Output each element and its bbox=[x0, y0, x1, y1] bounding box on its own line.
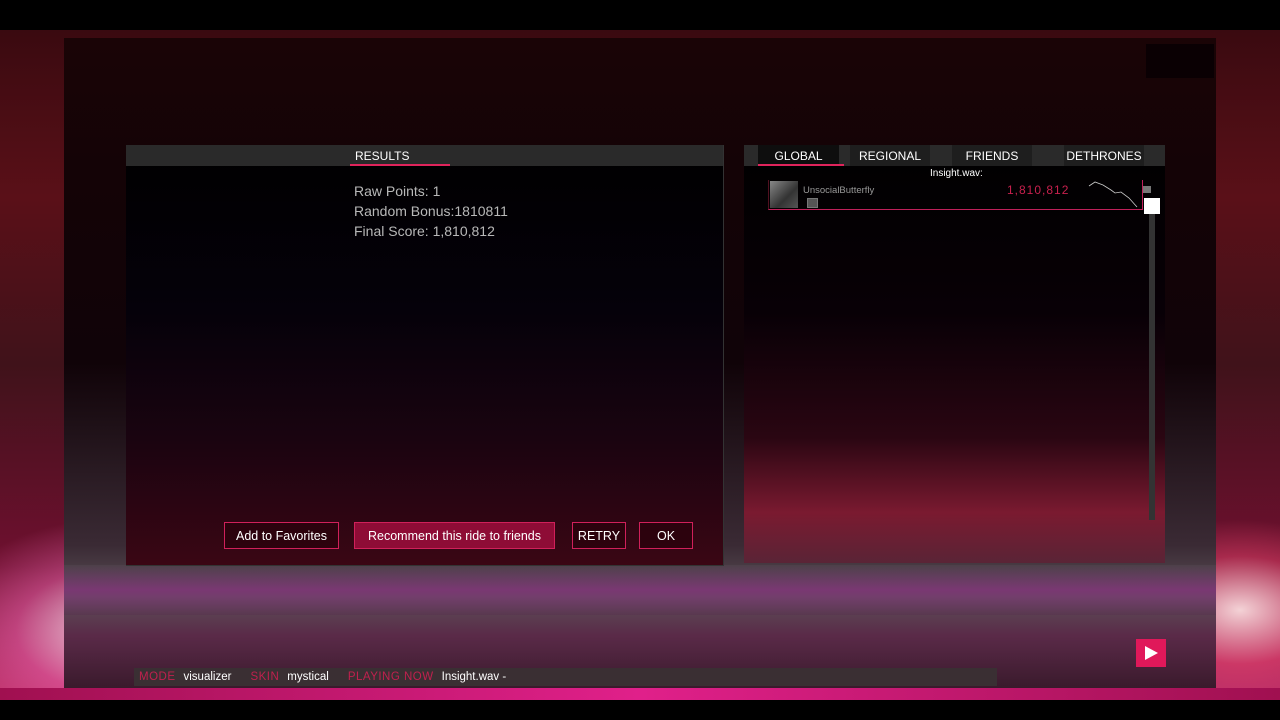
play-icon bbox=[1145, 646, 1158, 660]
results-header: RESULTS bbox=[126, 145, 723, 166]
tab-dethrones[interactable]: DETHRONES bbox=[1064, 145, 1144, 166]
mode-value: visualizer bbox=[183, 671, 232, 683]
tab-friends[interactable]: FRIENDS bbox=[952, 145, 1032, 166]
retry-button[interactable]: RETRY bbox=[572, 522, 626, 549]
raw-points: Raw Points: 1 bbox=[354, 183, 441, 199]
stage-light-band bbox=[64, 565, 1216, 615]
recommend-button[interactable]: Recommend this ride to friends bbox=[354, 522, 555, 549]
play-button[interactable] bbox=[1136, 639, 1166, 667]
leaderboard-scrollbar[interactable] bbox=[1149, 200, 1155, 520]
final-score: Final Score: 1,810,812 bbox=[354, 223, 495, 239]
random-bonus: Random Bonus:1810811 bbox=[354, 203, 508, 219]
status-bar: MODE visualizer SKIN mystical PLAYING NO… bbox=[134, 668, 997, 686]
playing-now-value: Insight.wav - bbox=[441, 671, 507, 683]
leaderboard-entry[interactable]: UnsocialButterfly 1,810,812 bbox=[768, 180, 1143, 210]
tab-results[interactable]: RESULTS bbox=[355, 149, 409, 163]
mode-label: MODE bbox=[139, 671, 176, 683]
tab-regional[interactable]: REGIONAL bbox=[850, 145, 930, 166]
username[interactable]: UnsocialButterfly bbox=[803, 185, 874, 196]
ok-button[interactable]: OK bbox=[639, 522, 693, 549]
background-strip bbox=[0, 688, 1280, 700]
active-tab-underline bbox=[350, 164, 450, 166]
score-breakdown: Raw Points: 1 Random Bonus:1810811 Final… bbox=[354, 181, 508, 241]
entry-score: 1,810,812 bbox=[1007, 183, 1070, 197]
add-to-favorites-button[interactable]: Add to Favorites bbox=[224, 522, 339, 549]
skin-label: SKIN bbox=[250, 671, 280, 683]
skin-value: mystical bbox=[287, 671, 329, 683]
leaderboard-panel: GLOBAL REGIONAL FRIENDS DETHRONES Insigh… bbox=[744, 145, 1165, 563]
results-panel: RESULTS Raw Points: 1 Random Bonus:18108… bbox=[126, 145, 724, 566]
tab-global[interactable]: GLOBAL bbox=[758, 145, 839, 166]
song-title: Insight.wav: bbox=[930, 168, 983, 179]
corner-shade bbox=[1146, 44, 1214, 78]
leaderboard-tabs: GLOBAL REGIONAL FRIENDS DETHRONES bbox=[744, 145, 1165, 166]
active-tab-underline bbox=[758, 164, 844, 166]
score-graph-icon bbox=[1088, 181, 1138, 208]
avatar bbox=[770, 181, 798, 208]
flag-icon[interactable] bbox=[1143, 186, 1151, 193]
scrollbar-thumb[interactable] bbox=[1144, 198, 1160, 214]
chat-icon[interactable] bbox=[807, 198, 818, 208]
playing-now-label: PLAYING NOW bbox=[347, 671, 434, 683]
